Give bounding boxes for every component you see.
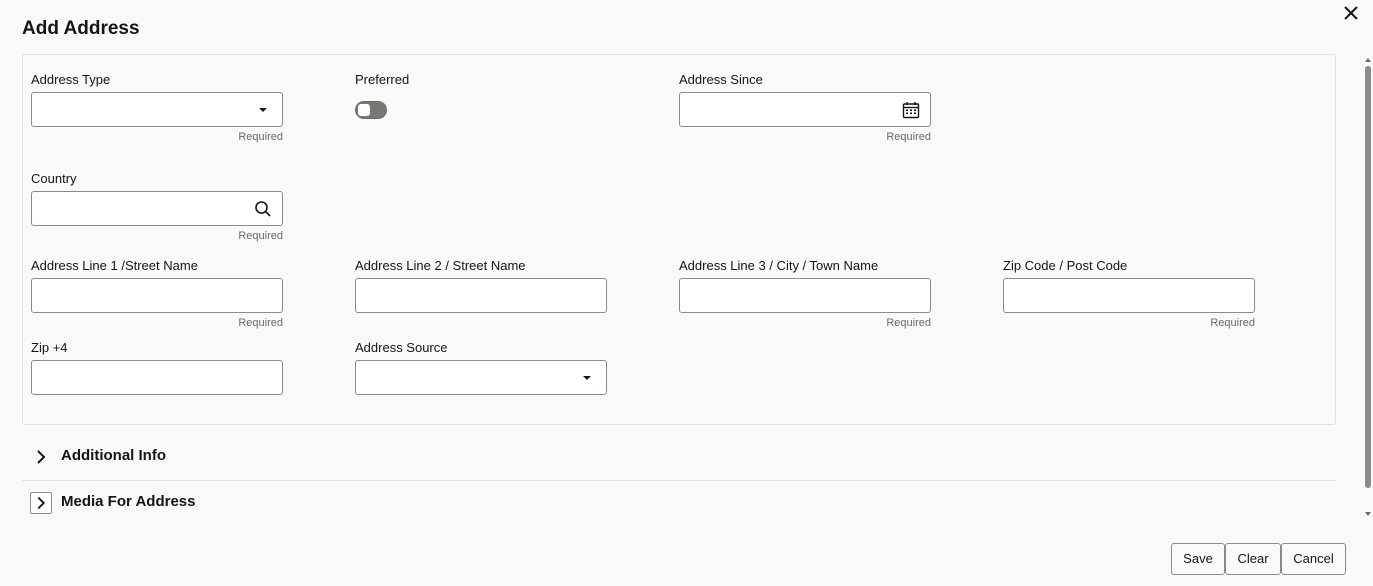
address-line2-value[interactable]: [356, 279, 606, 312]
country-label: Country: [31, 171, 77, 186]
address-line3-required: Required: [886, 317, 931, 329]
country-input[interactable]: [31, 191, 283, 226]
address-line3-field: Address Line 3 / City / Town Name Requir…: [679, 257, 931, 329]
zip-code-input[interactable]: [1003, 278, 1255, 313]
toggle-knob: [358, 104, 370, 116]
address-line2-label: Address Line 2 / Street Name: [355, 258, 526, 273]
add-address-dialog: Add Address Address Type Required Prefer…: [0, 0, 1373, 586]
zip4-field: Zip +4: [31, 339, 283, 395]
scroll-down-arrow-icon[interactable]: [1364, 510, 1372, 518]
address-line1-required: Required: [238, 317, 283, 329]
close-icon: [1344, 6, 1358, 20]
country-required: Required: [238, 230, 283, 242]
additional-info-section[interactable]: Additional Info: [22, 434, 1336, 480]
zip-code-label: Zip Code / Post Code: [1003, 258, 1128, 273]
media-for-address-section[interactable]: Media For Address: [22, 480, 1336, 526]
address-since-field: Address Since Required: [679, 71, 931, 143]
caret-down-icon[interactable]: [254, 101, 272, 119]
close-button[interactable]: [1341, 3, 1361, 23]
address-type-label: Address Type: [31, 72, 111, 87]
address-type-required: Required: [238, 131, 283, 143]
address-source-label: Address Source: [355, 340, 448, 355]
clear-button[interactable]: Clear: [1225, 543, 1281, 575]
preferred-label: Preferred: [355, 72, 410, 87]
zip4-input[interactable]: [31, 360, 283, 395]
dialog-title: Add Address: [22, 18, 140, 39]
address-line3-label: Address Line 3 / City / Town Name: [679, 258, 879, 273]
address-since-label: Address Since: [679, 72, 763, 87]
zip4-value[interactable]: [32, 361, 282, 394]
country-field: Country Required: [31, 170, 283, 242]
address-since-input[interactable]: [679, 92, 931, 127]
calendar-icon[interactable]: [902, 101, 920, 119]
cancel-button[interactable]: Cancel: [1281, 543, 1346, 575]
address-line1-label: Address Line 1 /Street Name: [31, 258, 198, 273]
zip-code-field: Zip Code / Post Code Required: [1003, 257, 1255, 329]
zip4-label: Zip +4: [31, 340, 68, 355]
address-source-value[interactable]: [356, 361, 606, 394]
address-line3-input[interactable]: [679, 278, 931, 313]
address-since-value[interactable]: [680, 93, 930, 126]
scroll-up-arrow-icon[interactable]: [1364, 56, 1372, 64]
zip-code-value[interactable]: [1004, 279, 1254, 312]
address-line1-field: Address Line 1 /Street Name Required: [31, 257, 283, 329]
caret-down-icon[interactable]: [578, 369, 596, 387]
country-value[interactable]: [32, 192, 282, 225]
preferred-toggle[interactable]: [355, 101, 387, 119]
address-since-required: Required: [886, 131, 931, 143]
vertical-scrollbar[interactable]: [1362, 54, 1373, 520]
address-source-field: Address Source: [355, 339, 607, 395]
address-line2-input[interactable]: [355, 278, 607, 313]
address-type-select[interactable]: [31, 92, 283, 127]
zip-code-required: Required: [1210, 317, 1255, 329]
media-for-address-title[interactable]: Media For Address: [61, 493, 195, 510]
address-line3-value[interactable]: [680, 279, 930, 312]
address-line1-value[interactable]: [32, 279, 282, 312]
address-line1-input[interactable]: [31, 278, 283, 313]
preferred-field: Preferred: [355, 71, 607, 119]
save-button[interactable]: Save: [1171, 543, 1225, 575]
address-type-field: Address Type Required: [31, 71, 283, 143]
chevron-right-icon[interactable]: [30, 446, 52, 468]
search-icon[interactable]: [254, 200, 272, 218]
address-source-select[interactable]: [355, 360, 607, 395]
address-line2-field: Address Line 2 / Street Name: [355, 257, 607, 313]
chevron-right-icon[interactable]: [30, 492, 52, 514]
scrollbar-thumb[interactable]: [1365, 66, 1371, 488]
additional-info-title[interactable]: Additional Info: [61, 447, 166, 464]
address-type-value[interactable]: [32, 93, 282, 126]
